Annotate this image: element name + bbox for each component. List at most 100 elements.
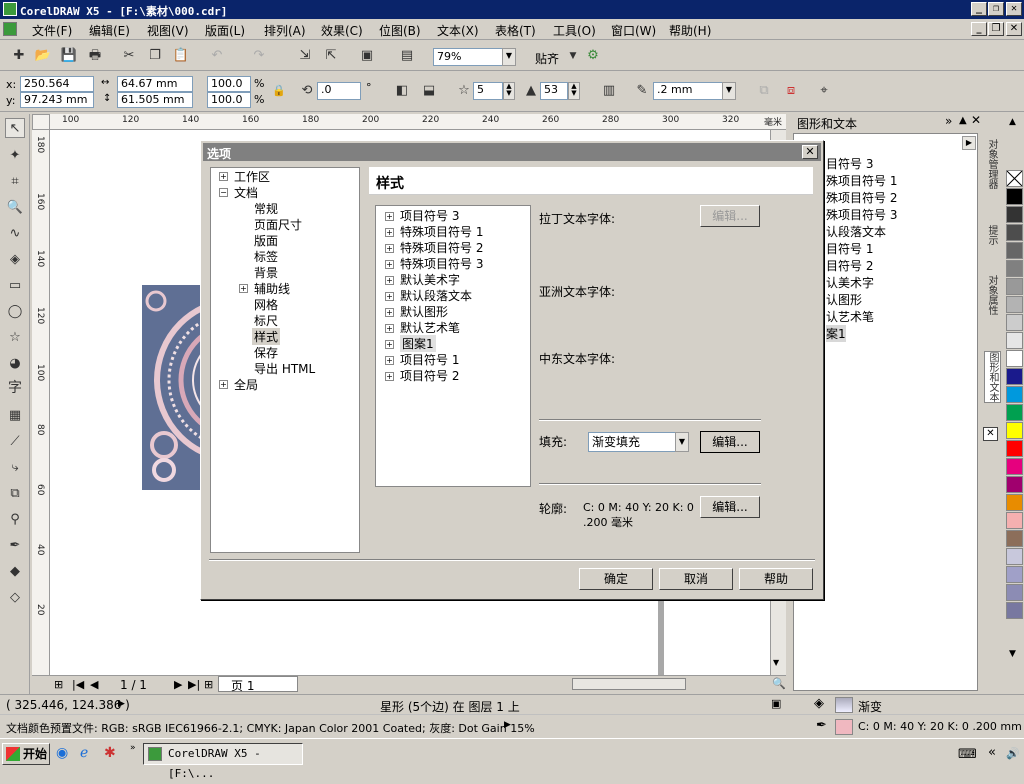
tab-hints[interactable]: 提示 <box>984 225 999 245</box>
page-tab-1[interactable]: 页 1 <box>218 676 298 693</box>
tree-save[interactable]: 保存 <box>254 344 278 361</box>
expand-style-icon[interactable]: + <box>385 340 394 349</box>
to-front-icon[interactable]: ⧉ <box>755 82 773 100</box>
docker-collapse-icon[interactable]: ▲ <box>959 115 967 126</box>
fill-type-select[interactable]: 渐变填充 <box>588 432 676 452</box>
ok-button[interactable]: 确定 <box>579 568 653 590</box>
wrap-text-icon[interactable]: ▥ <box>600 82 618 100</box>
quicklaunch-more-icon[interactable]: » <box>130 743 136 753</box>
color-swatch[interactable] <box>1006 278 1023 295</box>
menu-table[interactable]: 表格(T) <box>495 22 536 39</box>
restore-button[interactable]: ❐ <box>988 2 1004 16</box>
mirror-horizontal-icon[interactable]: ◧ <box>393 82 411 100</box>
style-item[interactable]: 默认美术字 <box>400 271 460 288</box>
color-swatch[interactable] <box>1006 224 1023 241</box>
shape-tool-icon[interactable]: ✦ <box>5 146 25 166</box>
docker-style-item[interactable]: 认段落文本 <box>826 223 886 240</box>
docker-menu-arrow-icon[interactable]: ▶ <box>962 136 976 150</box>
expand-style-icon[interactable]: + <box>385 260 394 269</box>
convert-curves-icon[interactable]: ⌖ <box>815 82 833 100</box>
edit-fill-button[interactable]: 编辑... <box>700 431 760 453</box>
color-swatch[interactable] <box>1006 494 1023 511</box>
rectangle-tool-icon[interactable]: ▭ <box>5 276 25 296</box>
undo-icon[interactable]: ↶ <box>208 47 226 65</box>
palette-scroll-down-icon[interactable]: ▼ <box>1009 649 1016 659</box>
edit-latin-font-button[interactable]: 编辑... <box>700 205 760 227</box>
cancel-button[interactable]: 取消 <box>659 568 733 590</box>
docker-style-item[interactable]: 认图形 <box>826 291 862 308</box>
docker-style-item[interactable]: 殊项目符号 3 <box>826 206 897 223</box>
fill-bucket-icon[interactable]: ◈ <box>814 696 824 711</box>
color-swatch[interactable] <box>1006 530 1023 547</box>
style-item[interactable]: 默认图形 <box>400 303 448 320</box>
sharpness-field[interactable]: 53 <box>540 82 568 100</box>
eyedropper-tool-icon[interactable]: ⚲ <box>5 510 25 530</box>
scale-x-field[interactable]: 100.0 <box>207 76 251 92</box>
horizontal-scrollbar-thumb[interactable] <box>572 678 686 690</box>
tree-background[interactable]: 背景 <box>254 264 278 281</box>
docker-style-item[interactable]: 殊项目符号 1 <box>826 172 897 189</box>
polygon-tool-icon[interactable]: ☆ <box>5 328 25 348</box>
tray-expand-icon[interactable]: « <box>988 745 996 760</box>
style-item[interactable]: 项目符号 3 <box>400 207 459 224</box>
color-swatch[interactable] <box>1006 584 1023 601</box>
dialog-close-button[interactable]: ✕ <box>802 145 818 159</box>
color-swatch[interactable] <box>1006 404 1023 421</box>
tree-export-html[interactable]: 导出 HTML <box>254 360 315 377</box>
freehand-tool-icon[interactable]: ∿ <box>5 224 25 244</box>
color-swatch[interactable] <box>1006 206 1023 223</box>
menu-view[interactable]: 视图(V) <box>147 22 189 39</box>
new-icon[interactable]: ✚ <box>10 47 28 65</box>
fill-tool-icon[interactable]: ◆ <box>5 562 25 582</box>
style-item[interactable]: 项目符号 2 <box>400 367 459 384</box>
doc-minimize-button[interactable]: _ <box>971 22 987 36</box>
color-swatch[interactable] <box>1006 242 1023 259</box>
outline-dropdown-icon[interactable]: ▼ <box>722 82 736 100</box>
prev-page-icon[interactable]: ◀ <box>90 678 98 691</box>
docker-style-item[interactable]: 认艺术笔 <box>826 308 874 325</box>
table-tool-icon[interactable]: ▦ <box>5 406 25 426</box>
basic-shapes-tool-icon[interactable]: ◕ <box>5 354 25 374</box>
expand-workspace-icon[interactable]: + <box>219 172 228 181</box>
style-item[interactable]: 项目符号 1 <box>400 351 459 368</box>
color-swatch[interactable] <box>1006 188 1023 205</box>
pattern-object[interactable] <box>142 285 202 490</box>
color-swatch[interactable] <box>1006 512 1023 529</box>
expand-global-icon[interactable]: + <box>219 380 228 389</box>
paste-icon[interactable]: 📋 <box>172 47 190 65</box>
menu-help[interactable]: 帮助(H) <box>669 22 711 39</box>
color-swatch[interactable] <box>1006 566 1023 583</box>
sharpness-spinner-icon[interactable]: ▲ ▼ <box>568 82 580 100</box>
menu-window[interactable]: 窗口(W) <box>611 22 656 39</box>
status-expand-icon[interactable]: ▶ <box>118 699 125 709</box>
smart-fill-tool-icon[interactable]: ◈ <box>5 250 25 270</box>
open-icon[interactable]: 📂 <box>34 47 52 65</box>
text-tool-icon[interactable]: 字 <box>5 378 25 398</box>
zoom-corner-icon[interactable]: 🔍 <box>772 677 786 690</box>
add-page-end-icon[interactable]: ⊞ <box>204 678 213 691</box>
star-points-field[interactable]: 5 <box>473 82 503 100</box>
tree-global[interactable]: 全局 <box>234 376 258 393</box>
tree-guidelines[interactable]: 辅助线 <box>254 280 290 297</box>
height-field[interactable]: 61.505 mm <box>117 92 193 108</box>
outline-width-field[interactable]: .2 mm <box>653 82 723 100</box>
keyboard-tray-icon[interactable]: ⌨ <box>958 747 977 762</box>
tree-grid[interactable]: 网格 <box>254 296 278 313</box>
publish-pdf-icon[interactable]: ▣ <box>358 47 376 65</box>
rotation-field[interactable]: .0 <box>317 82 361 100</box>
tree-layout[interactable]: 版面 <box>254 232 278 249</box>
palette-scroll-up-icon[interactable]: ▲ <box>1009 117 1016 127</box>
last-page-icon[interactable]: ▶| <box>188 678 200 691</box>
tree-styles-selected[interactable]: 样式 <box>252 328 281 345</box>
first-page-icon[interactable]: |◀ <box>72 678 84 691</box>
docker-style-item-selected[interactable]: 案1 <box>826 325 846 342</box>
close-button[interactable]: ✕ <box>1006 2 1022 16</box>
fill-dropdown-icon[interactable]: ▼ <box>675 432 689 452</box>
export-icon[interactable]: ⇱ <box>322 47 340 65</box>
expand-style-icon[interactable]: + <box>385 276 394 285</box>
color-swatch[interactable] <box>1006 602 1023 619</box>
edit-outline-button[interactable]: 编辑... <box>700 496 760 518</box>
y-position-field[interactable]: 97.243 mm <box>20 92 94 108</box>
docker-style-item[interactable]: 目符号 2 <box>826 257 873 274</box>
outline-pen-status-icon[interactable]: ✒ <box>816 718 827 733</box>
